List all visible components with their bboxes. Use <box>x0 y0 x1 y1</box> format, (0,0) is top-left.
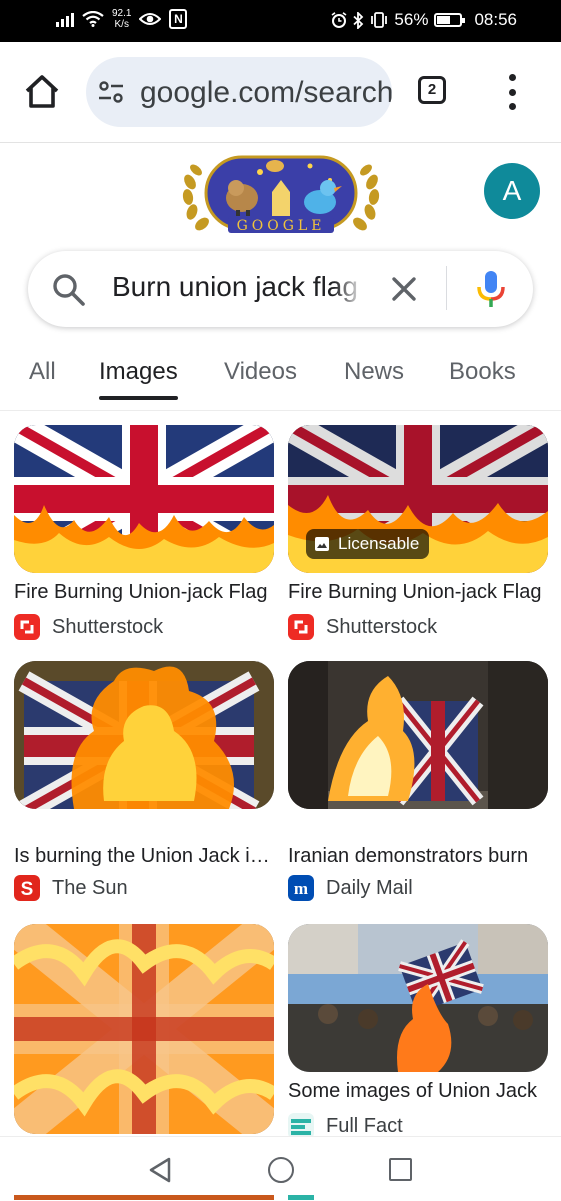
clock: 08:56 <box>474 10 517 29</box>
result-thumbnail[interactable] <box>14 661 274 809</box>
peek-favicon <box>288 1195 314 1200</box>
status-bar: 92.1 K/s N 56% 08:56 <box>0 0 561 42</box>
search-input[interactable]: Burn union jack flag <box>112 271 364 303</box>
address-bar[interactable]: google.com/search <box>86 57 392 127</box>
google-doodle[interactable]: GOOGLE <box>180 152 382 240</box>
tab-books[interactable]: Books <box>449 358 516 386</box>
result-source[interactable]: Shutterstock <box>288 614 437 640</box>
url-text[interactable]: google.com/search <box>140 76 392 110</box>
licensable-badge: Licensable <box>306 529 430 559</box>
wifi-icon <box>82 11 104 27</box>
eye-icon <box>139 13 162 25</box>
divider <box>446 266 447 310</box>
microphone-icon[interactable] <box>472 269 510 309</box>
network-speed-unit: K/s <box>114 19 129 30</box>
search-tabs: All Images Videos News Books <box>0 346 561 411</box>
search-icon <box>53 274 85 306</box>
back-icon[interactable] <box>148 1157 172 1183</box>
recents-icon[interactable] <box>389 1158 412 1181</box>
nfc-icon: N <box>169 9 188 29</box>
result-source-name: Shutterstock <box>326 615 438 638</box>
overflow-menu-icon[interactable] <box>506 74 518 110</box>
shutterstock-icon <box>14 614 40 640</box>
alarm-icon <box>331 12 347 28</box>
result-source-name: Full Fact <box>326 1114 403 1137</box>
tab-news[interactable]: News <box>344 358 404 386</box>
network-speed-value: 92.1 <box>112 8 132 19</box>
signal-icon <box>56 11 74 27</box>
account-avatar[interactable]: A <box>484 163 540 219</box>
tab-images[interactable]: Images <box>99 358 178 400</box>
result-source-name: The Sun <box>52 876 128 899</box>
licensable-label: Licensable <box>338 534 420 553</box>
result-source[interactable]: S The Sun <box>14 875 128 901</box>
browser-toolbar: google.com/search 2 <box>0 42 561 143</box>
result-source-name: Daily Mail <box>326 876 413 899</box>
home-nav-icon[interactable] <box>268 1157 294 1183</box>
clear-icon[interactable] <box>386 271 422 307</box>
svg-text:S: S <box>21 879 34 900</box>
network-speed: 92.1 K/s <box>112 8 131 30</box>
result-title[interactable]: Iranian demonstrators burn <box>288 845 548 868</box>
home-icon[interactable] <box>22 72 62 112</box>
result-thumbnail[interactable]: Licensable <box>288 425 548 573</box>
bluetooth-icon <box>353 11 364 29</box>
search-box[interactable]: Burn union jack flag <box>28 251 533 327</box>
result-source-name: Shutterstock <box>52 615 164 638</box>
shutterstock-icon <box>288 614 314 640</box>
result-title[interactable]: Fire Burning Union-jack Flag <box>288 581 548 604</box>
doodle-text: GOOGLE <box>237 218 326 234</box>
result-source[interactable]: m Daily Mail <box>288 875 413 901</box>
svg-text:m: m <box>294 879 308 898</box>
result-thumbnail[interactable] <box>288 924 548 1072</box>
vibrate-icon <box>371 12 388 28</box>
daily-mail-icon: m <box>288 875 314 901</box>
tab-all[interactable]: All <box>29 358 56 386</box>
tab-videos[interactable]: Videos <box>224 358 297 386</box>
result-title[interactable]: Some images of Union Jack <box>288 1080 548 1103</box>
result-thumbnail[interactable] <box>14 425 274 573</box>
the-sun-icon: S <box>14 875 40 901</box>
battery-percent: 56% <box>394 10 429 29</box>
result-title[interactable]: Fire Burning Union-jack Flag <box>14 581 274 604</box>
tab-switcher-button[interactable]: 2 <box>418 76 446 104</box>
result-thumbnail[interactable] <box>288 661 548 809</box>
result-thumbnail[interactable] <box>14 924 274 1134</box>
image-icon <box>315 537 329 551</box>
result-title[interactable]: Is burning the Union Jack illegal <box>14 845 274 868</box>
battery-icon <box>434 13 466 27</box>
result-source[interactable]: Shutterstock <box>14 614 163 640</box>
system-nav-bar <box>0 1136 561 1201</box>
peek-thumbnail <box>14 1195 274 1200</box>
site-settings-icon[interactable] <box>98 80 124 104</box>
